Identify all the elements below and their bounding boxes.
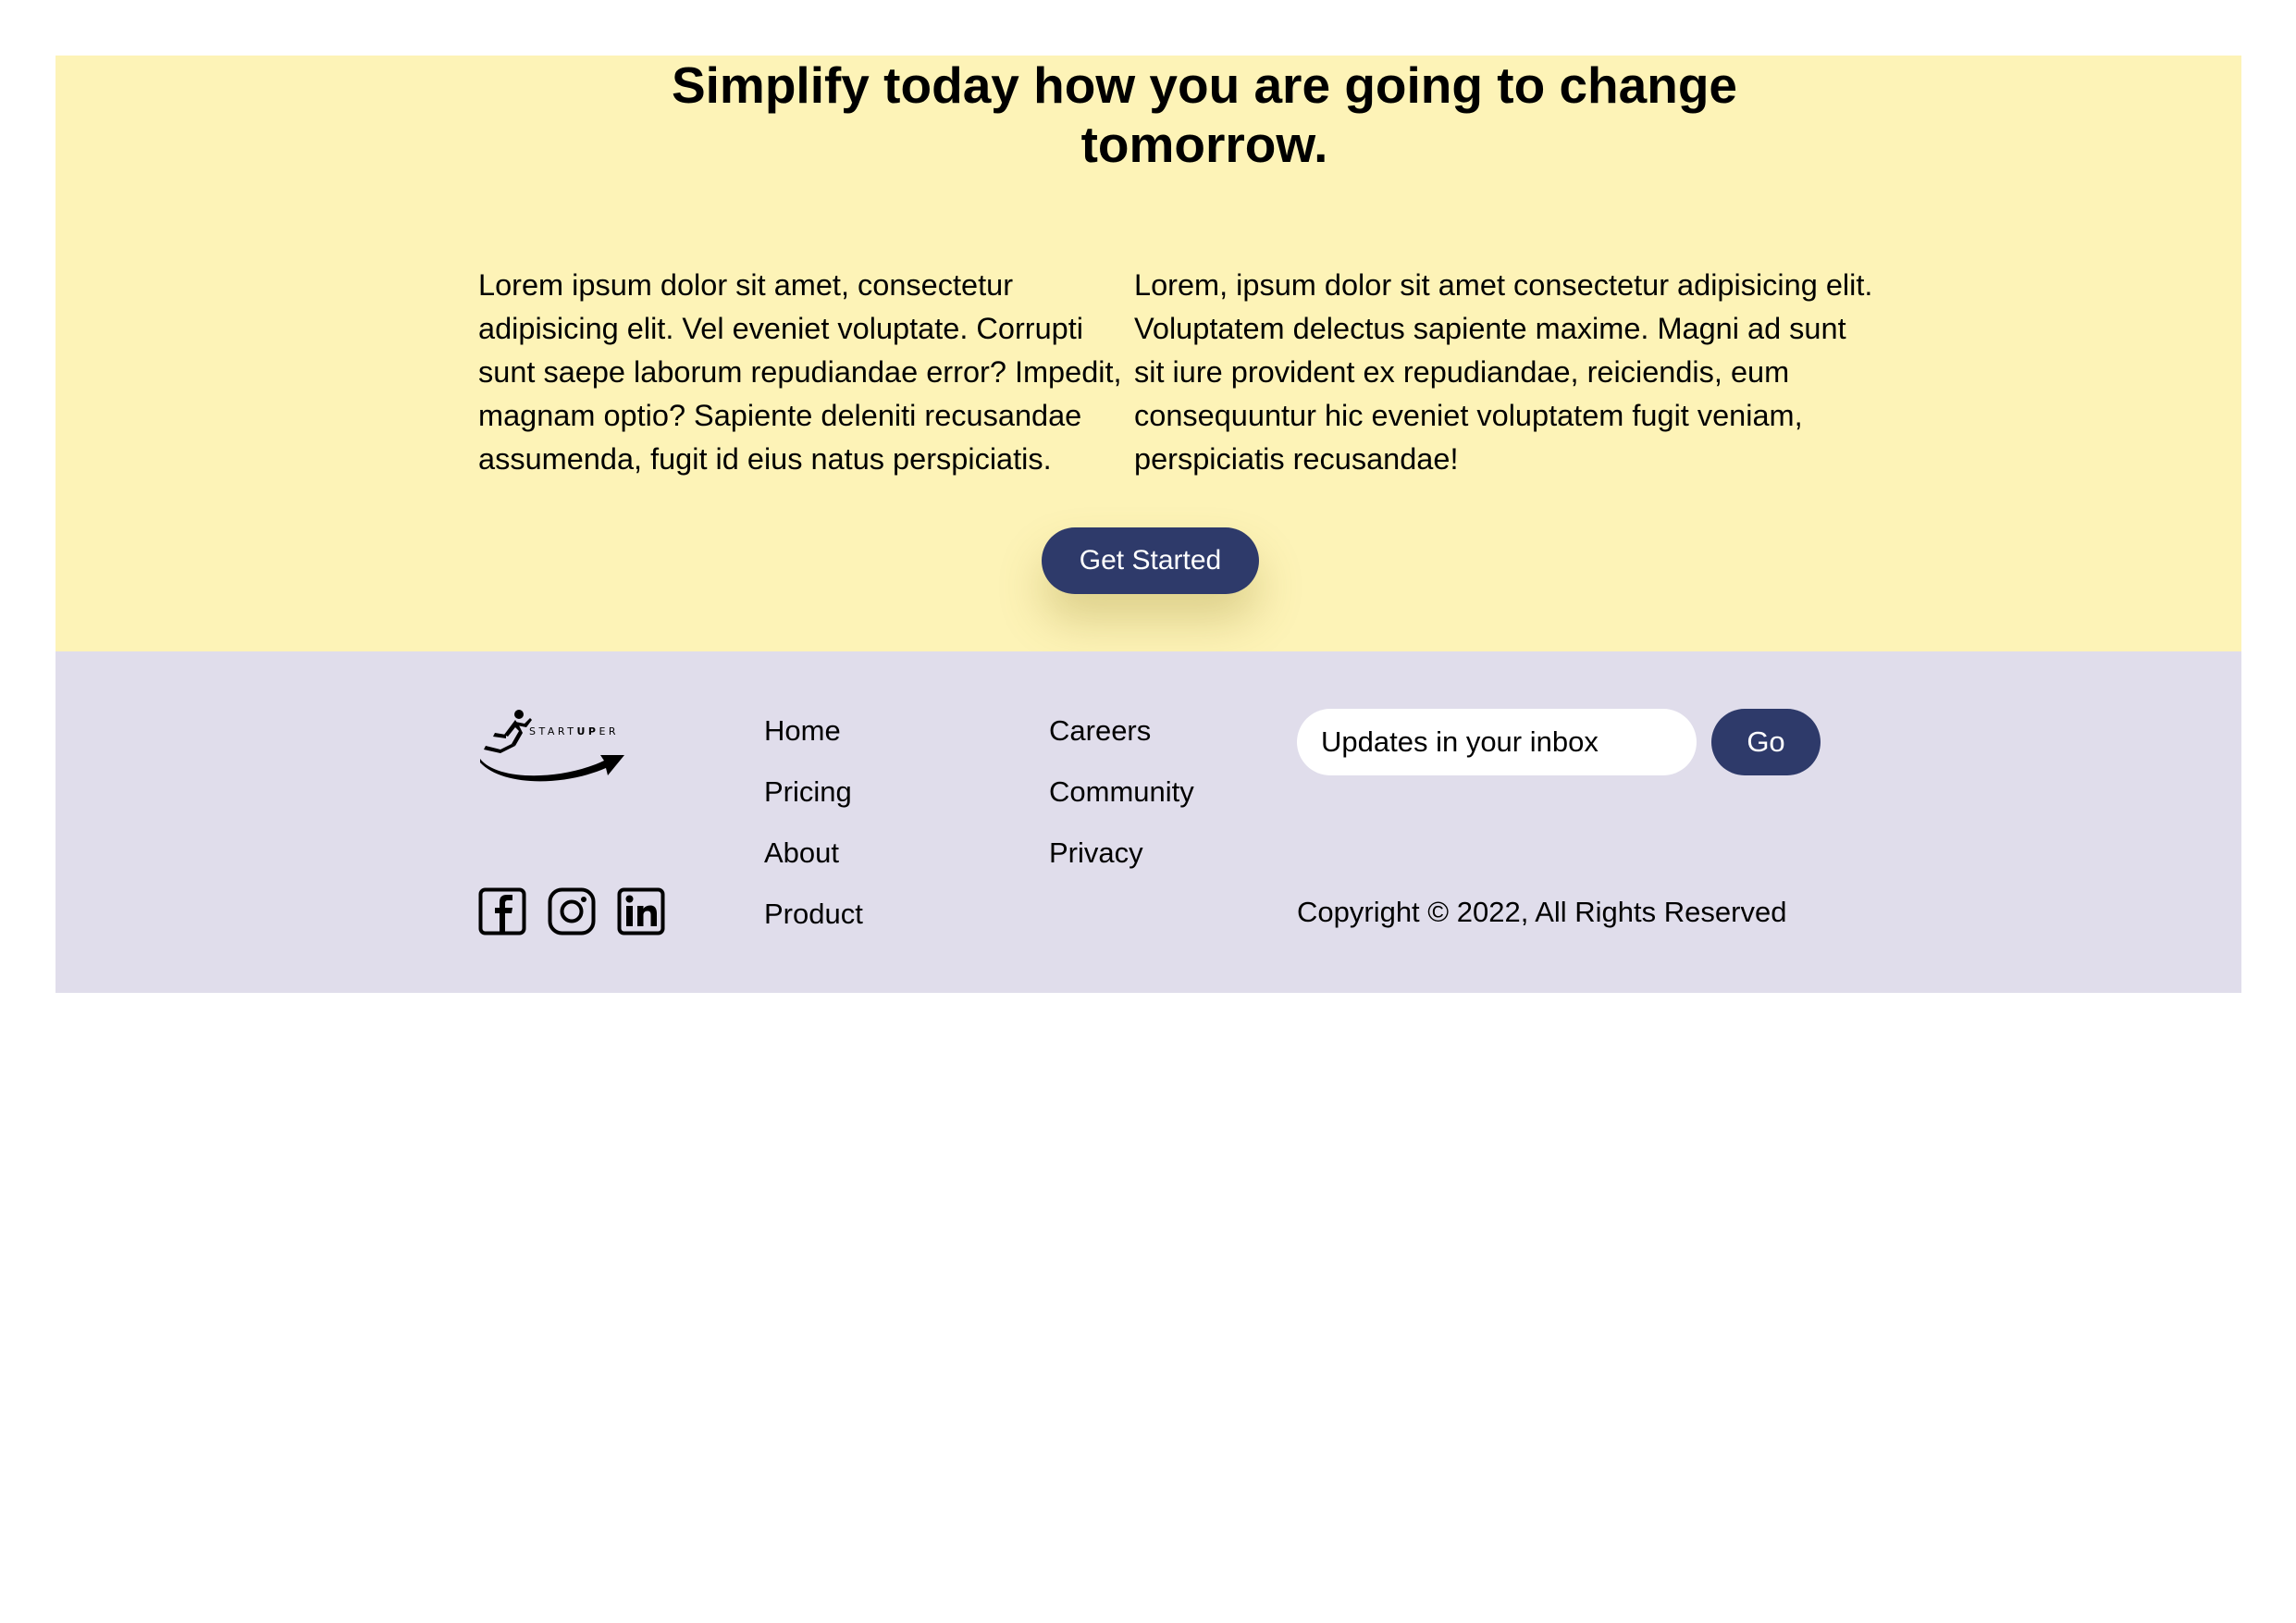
hero-title: Simplify today how you are going to chan… (671, 56, 1738, 173)
footer: STARTUPER Home Pricing About Product Car… (56, 651, 2241, 993)
hero-section: Simplify today how you are going to chan… (56, 56, 2241, 651)
runner-arrow-logo-icon: STARTUPER (480, 710, 624, 782)
get-started-button[interactable]: Get Started (1042, 527, 1259, 594)
logo-text-start: START (529, 725, 576, 737)
facebook-link[interactable] (478, 887, 526, 935)
footer-link-home[interactable]: Home (764, 714, 841, 748)
logo-text-up: UP (576, 725, 599, 737)
newsletter-email-input[interactable] (1297, 709, 1697, 775)
footer-link-careers[interactable]: Careers (1049, 714, 1151, 748)
startuper-logo[interactable]: STARTUPER (478, 707, 631, 786)
footer-link-pricing[interactable]: Pricing (764, 775, 852, 809)
instagram-icon (548, 887, 596, 935)
facebook-icon (478, 887, 526, 935)
hero-paragraph-right: Lorem, ipsum dolor sit amet consectetur … (1134, 268, 1873, 476)
footer-link-community[interactable]: Community (1049, 775, 1194, 809)
hero-paragraph-left: Lorem ipsum dolor sit amet, consectetur … (478, 268, 1122, 476)
instagram-link[interactable] (548, 887, 596, 935)
copyright-text: Copyright © 2022, All Rights Reserved (1297, 896, 1787, 928)
linkedin-icon (617, 887, 665, 935)
footer-link-product[interactable]: Product (764, 898, 863, 931)
footer-link-about[interactable]: About (764, 836, 839, 870)
newsletter-go-button[interactable]: Go (1711, 709, 1821, 775)
footer-link-privacy[interactable]: Privacy (1049, 836, 1143, 870)
svg-text:STARTUPER: STARTUPER (529, 725, 619, 737)
logo-text-er: ER (599, 725, 619, 737)
linkedin-link[interactable] (617, 887, 665, 935)
